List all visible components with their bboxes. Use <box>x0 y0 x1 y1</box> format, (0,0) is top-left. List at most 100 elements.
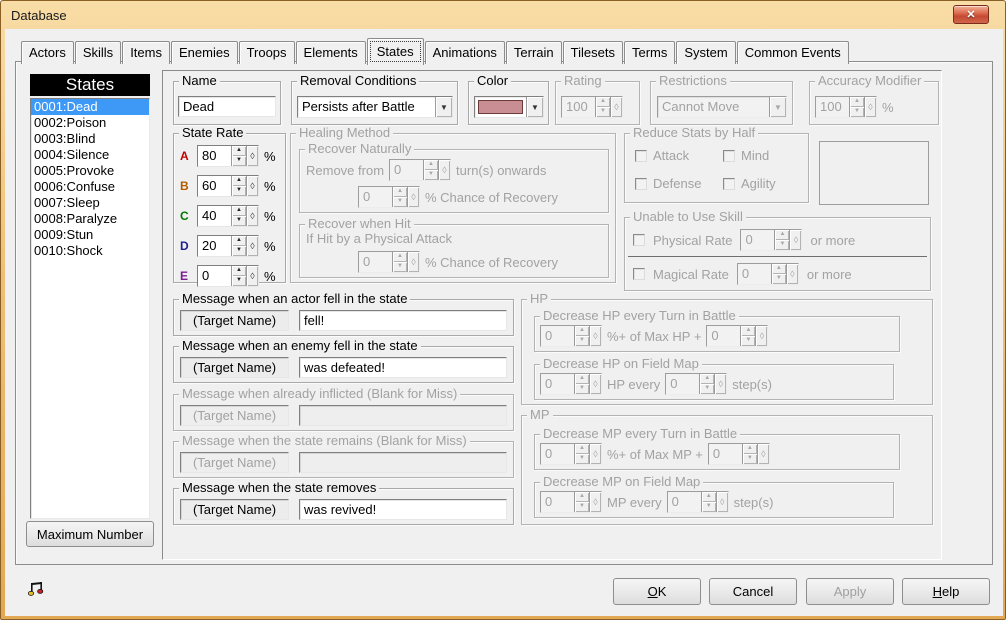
tab-elements[interactable]: Elements <box>296 41 366 64</box>
magical-rate-spinner[interactable]: 0▲▼◊ <box>737 263 799 285</box>
spinner-value[interactable]: 40 <box>198 206 231 226</box>
hit-chance-spinner[interactable]: 0▲▼◊ <box>358 251 420 273</box>
spin-down-icon[interactable]: ▼ <box>850 107 864 117</box>
msg-state-remains-input[interactable] <box>299 452 507 473</box>
state-list-item[interactable]: 0009:Stun <box>31 227 149 243</box>
spin-down-icon[interactable]: ▼ <box>232 216 246 226</box>
spin-handle[interactable]: ◊ <box>755 326 767 346</box>
spin-handle[interactable]: ◊ <box>407 252 419 272</box>
tab-common-events[interactable]: Common Events <box>737 41 849 64</box>
spinner-value[interactable]: 0 <box>390 160 423 180</box>
physical-rate-checkbox[interactable] <box>633 234 645 246</box>
close-button[interactable]: ✕ <box>953 5 989 24</box>
spinner-value[interactable]: 60 <box>198 176 231 196</box>
tab-animations[interactable]: Animations <box>425 41 505 64</box>
spin-down-icon[interactable]: ▼ <box>393 197 407 207</box>
spin-up-icon[interactable]: ▲ <box>702 492 716 502</box>
mp-turn-pct-spinner[interactable]: 0▲▼◊ <box>540 443 602 465</box>
state-list-item-selected[interactable]: 0001:Dead <box>31 99 149 115</box>
spin-up-icon[interactable]: ▲ <box>232 146 246 156</box>
states-listbox[interactable]: 0001:Dead 0002:Poison 0003:Blind 0004:Si… <box>30 98 150 519</box>
mp-field-amount-spinner[interactable]: 0▲▼◊ <box>540 491 602 513</box>
spin-down-icon[interactable]: ▼ <box>232 276 246 286</box>
tab-terrain[interactable]: Terrain <box>506 41 562 64</box>
spinner-value[interactable]: 0 <box>541 326 574 346</box>
tab-terms[interactable]: Terms <box>624 41 675 64</box>
spin-handle[interactable]: ◊ <box>246 146 258 166</box>
spin-handle[interactable]: ◊ <box>438 160 450 180</box>
dropdown-button[interactable]: ▼ <box>526 97 543 117</box>
state-list-item[interactable]: 0003:Blind <box>31 131 149 147</box>
spin-handle[interactable]: ◊ <box>407 187 419 207</box>
spin-down-icon[interactable]: ▼ <box>702 502 716 512</box>
spin-up-icon[interactable]: ▲ <box>232 206 246 216</box>
spinner-value[interactable]: 20 <box>198 236 231 256</box>
spin-up-icon[interactable]: ▲ <box>232 236 246 246</box>
spin-handle[interactable]: ◊ <box>589 374 601 394</box>
state-list-item[interactable]: 0006:Confuse <box>31 179 149 195</box>
tab-enemies[interactable]: Enemies <box>171 41 238 64</box>
spin-down-icon[interactable]: ▼ <box>743 454 757 464</box>
spin-up-icon[interactable]: ▲ <box>775 230 789 240</box>
dropdown-button[interactable]: ▼ <box>435 97 452 117</box>
spin-up-icon[interactable]: ▲ <box>596 97 610 107</box>
state-list-item[interactable]: 0002:Poison <box>31 115 149 131</box>
spin-down-icon[interactable]: ▼ <box>575 384 589 394</box>
spin-up-icon[interactable]: ▲ <box>424 160 438 170</box>
spinner-value[interactable]: 0 <box>668 492 701 512</box>
tab-troops[interactable]: Troops <box>239 41 295 64</box>
rating-spinner[interactable]: 100▲▼◊ <box>561 96 623 118</box>
spin-down-icon[interactable]: ▼ <box>575 336 589 346</box>
turns-spinner[interactable]: 0▲▼◊ <box>389 159 451 181</box>
spinner-value[interactable]: 0 <box>541 374 574 394</box>
state-list-item[interactable]: 0007:Sleep <box>31 195 149 211</box>
spinner-value[interactable]: 0 <box>541 444 574 464</box>
tab-system[interactable]: System <box>676 41 735 64</box>
spin-up-icon[interactable]: ▲ <box>575 326 589 336</box>
spin-handle[interactable]: ◊ <box>786 264 798 284</box>
removal-conditions-select[interactable]: Persists after Battle ▼ <box>297 96 453 118</box>
tab-items[interactable]: Items <box>122 41 170 64</box>
spin-handle[interactable]: ◊ <box>864 97 876 117</box>
color-select[interactable]: ▼ <box>474 96 544 118</box>
spin-handle[interactable]: ◊ <box>714 374 726 394</box>
state-list-item[interactable]: 0008:Paralyze <box>31 211 149 227</box>
rate-e-spinner[interactable]: 0▲▼◊ <box>197 265 259 287</box>
spinner-value[interactable]: 0 <box>359 252 392 272</box>
rate-d-spinner[interactable]: 20▲▼◊ <box>197 235 259 257</box>
spinner-value[interactable]: 0 <box>709 444 742 464</box>
spin-down-icon[interactable]: ▼ <box>232 186 246 196</box>
spin-up-icon[interactable]: ▲ <box>393 252 407 262</box>
attack-checkbox[interactable] <box>635 150 647 162</box>
ok-button[interactable]: OK <box>613 578 701 605</box>
spin-down-icon[interactable]: ▼ <box>772 274 786 284</box>
state-list-item[interactable]: 0010:Shock <box>31 243 149 259</box>
rate-a-spinner[interactable]: 80▲▼◊ <box>197 145 259 167</box>
accuracy-spinner[interactable]: 100▲▼◊ <box>815 96 877 118</box>
spin-handle[interactable]: ◊ <box>246 236 258 256</box>
spin-up-icon[interactable]: ▲ <box>575 444 589 454</box>
dropdown-button[interactable]: ▼ <box>769 97 786 117</box>
msg-state-removes-input[interactable]: was revived! <box>299 499 507 520</box>
spinner-value[interactable]: 0 <box>741 230 774 250</box>
spin-down-icon[interactable]: ▼ <box>596 107 610 117</box>
spin-handle[interactable]: ◊ <box>589 492 601 512</box>
magical-rate-checkbox[interactable] <box>633 268 645 280</box>
spin-down-icon[interactable]: ▼ <box>393 262 407 272</box>
spin-up-icon[interactable]: ▲ <box>850 97 864 107</box>
spin-up-icon[interactable]: ▲ <box>393 187 407 197</box>
hp-field-steps-spinner[interactable]: 0▲▼◊ <box>665 373 727 395</box>
hp-turn-pct-spinner[interactable]: 0▲▼◊ <box>540 325 602 347</box>
spinner-value[interactable]: 0 <box>738 264 771 284</box>
hp-turn-flat-spinner[interactable]: 0▲▼◊ <box>706 325 768 347</box>
spin-handle[interactable]: ◊ <box>757 444 769 464</box>
spin-down-icon[interactable]: ▼ <box>575 502 589 512</box>
restrictions-select[interactable]: Cannot Move ▼ <box>657 96 787 118</box>
rate-c-spinner[interactable]: 40▲▼◊ <box>197 205 259 227</box>
tab-actors[interactable]: Actors <box>21 41 74 64</box>
mp-field-steps-spinner[interactable]: 0▲▼◊ <box>667 491 729 513</box>
apply-button[interactable]: Apply <box>806 578 894 605</box>
spin-up-icon[interactable]: ▲ <box>575 374 589 384</box>
spinner-value[interactable]: 100 <box>562 97 595 117</box>
spin-handle[interactable]: ◊ <box>589 444 601 464</box>
